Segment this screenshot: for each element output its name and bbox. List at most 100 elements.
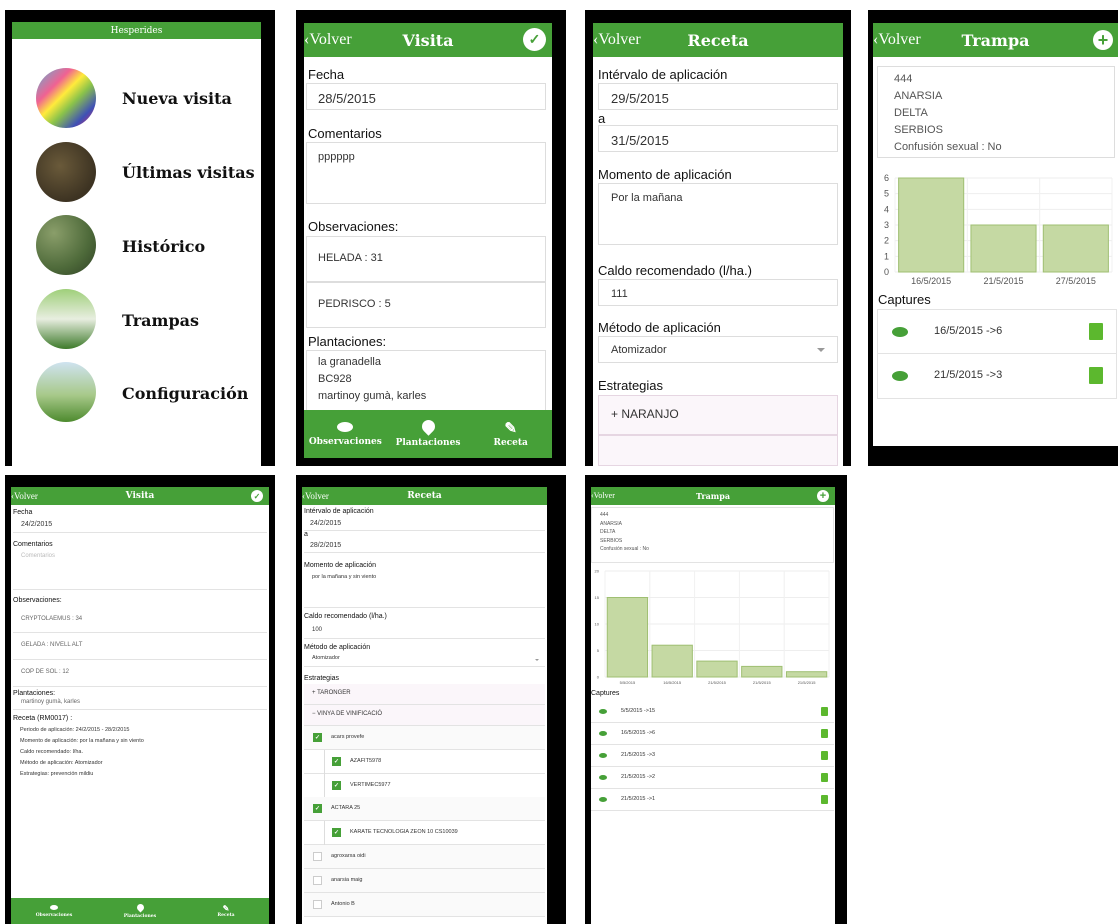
trash-icon[interactable] (821, 773, 828, 782)
trash-icon[interactable] (821, 795, 828, 804)
comentarios-field[interactable]: pppppp (306, 142, 546, 204)
back-button[interactable]: ‹Volver (302, 491, 329, 501)
trap-species: ANARSIA (600, 520, 622, 527)
back-button[interactable]: ‹Volver (593, 31, 641, 49)
estrategia-group[interactable]: − VINYA DE VINIFICACIÓ (304, 705, 545, 726)
comentarios-label: Comentarios (308, 126, 382, 141)
date-to-field[interactable]: 28/2/2015 (304, 539, 545, 553)
capture-row[interactable]: 16/5/2015 ->6 (591, 723, 834, 745)
estrategia-item[interactable]: anarsia maig (304, 868, 545, 893)
fecha-field[interactable]: 28/5/2015 (306, 83, 546, 110)
estrategia-item[interactable]: Antonio B (304, 892, 545, 917)
checkbox-checked[interactable]: ✓ (313, 804, 322, 814)
observacion-item[interactable]: CRYPTOLAEMUS : 34 (13, 607, 267, 633)
momento-field[interactable]: Por la mañana (598, 183, 838, 245)
observacion-item[interactable]: PEDRISCO : 5 (306, 282, 546, 328)
trash-icon[interactable] (821, 751, 828, 760)
estrategia-item-label: anarsia maig (331, 876, 363, 883)
nav-receta[interactable]: ✎ Receta (183, 898, 269, 924)
estrategia-item[interactable]: agroxarxa oidi (304, 845, 545, 869)
caldo-field[interactable]: 111 (598, 279, 838, 306)
nav-label: Observaciones (35, 912, 73, 918)
fecha-label: Fecha (308, 67, 345, 82)
estrategia-item[interactable]: ✓ KARATE TECNOLOGIA ZEON 10 CS10039 (304, 821, 545, 846)
trash-icon[interactable] (821, 729, 828, 738)
date-to-field[interactable]: 31/5/2015 (598, 125, 838, 152)
nav-receta[interactable]: ✎ Receta (469, 410, 552, 458)
estrategia-item-label: KARATE TECNOLOGIA ZEON 10 CS10039 (350, 829, 458, 836)
eye-icon (892, 371, 908, 381)
caldo-field[interactable]: 100 (304, 623, 545, 639)
plantacion-item[interactable]: martinoy gumà, karles (318, 388, 534, 405)
y-tick-label: 1 (884, 251, 889, 261)
checkbox-checked[interactable]: ✓ (313, 733, 322, 742)
caldo-label: Caldo recomendado (l/ha.) (304, 613, 387, 620)
capture-row[interactable]: 5/5/2015 ->15 (591, 701, 834, 723)
checkbox-checked[interactable]: ✓ (332, 780, 341, 790)
checkbox-unchecked[interactable] (313, 899, 322, 909)
app-header: ‹Volver Receta (593, 23, 843, 57)
capture-row[interactable]: 21/5/2015 ->3 (878, 354, 1116, 398)
metodo-select[interactable]: Atomizador (304, 653, 545, 667)
estrategia-group[interactable]: + NARANJO (598, 395, 838, 435)
trap-type: DELTA (600, 529, 616, 535)
trash-icon[interactable] (821, 707, 828, 716)
plantacion-item[interactable]: la granadella (318, 354, 534, 371)
trash-icon[interactable] (1089, 323, 1103, 340)
phone-receta: ‹Volver Receta Intérvalo de aplicación 2… (585, 10, 851, 466)
trap-owner: SERBIOS (894, 124, 943, 136)
estrategia-item-label: ACTARA 25 (331, 805, 361, 812)
capture-row[interactable]: 16/5/2015 ->6 (878, 310, 1116, 354)
estrategia-item[interactable]: ✓ acars provefe (304, 726, 545, 750)
estrategia-item[interactable]: ✓ VERTIMEC5977 (304, 773, 545, 798)
capture-row[interactable]: 21/5/2015 ->1 (591, 789, 834, 811)
observacion-item[interactable]: GELADA : NIVELL ALT (13, 633, 267, 660)
nav-observaciones[interactable]: Observaciones (304, 410, 387, 458)
estrategia-item[interactable]: ✓ AZAFIT5978 (304, 749, 545, 774)
back-button[interactable]: ‹Volver (11, 491, 38, 501)
eye-icon (599, 731, 607, 736)
plantacion-item[interactable]: martinoy gumà, karles (13, 698, 267, 710)
checkbox-unchecked[interactable] (313, 875, 322, 885)
phone-visita-2: ‹Volver Visita ✓ Fecha 24/2/2015 Comenta… (5, 475, 275, 924)
checkbox-unchecked[interactable] (313, 852, 322, 861)
checkbox-checked[interactable]: ✓ (332, 756, 341, 766)
date-from-field[interactable]: 29/5/2015 (598, 83, 838, 110)
check-icon[interactable]: ✓ (251, 490, 263, 502)
location-pin-icon (418, 417, 438, 436)
metodo-label: Método de aplicación (598, 320, 721, 335)
add-icon[interactable]: + (817, 490, 829, 502)
comentarios-field[interactable]: Comentarios (13, 550, 267, 590)
trash-icon[interactable] (1089, 367, 1103, 384)
fecha-field[interactable]: 24/2/2015 (13, 518, 267, 533)
back-button[interactable]: ‹Volver (591, 491, 615, 500)
phone-visita: ‹Volver Visita ✓ Fecha 28/5/2015 Comenta… (296, 10, 566, 466)
bar (898, 177, 965, 273)
back-button[interactable]: ‹Volver (304, 31, 352, 49)
nav-plantaciones[interactable]: Plantaciones (97, 898, 183, 924)
y-tick-label: 10 (595, 621, 600, 626)
capture-text: 21/5/2015 ->1 (621, 796, 656, 802)
plantacion-item[interactable]: BC928 (318, 371, 534, 388)
momento-field[interactable]: por la mañana y sin viento (304, 571, 545, 608)
estrategia-group[interactable]: + TARONGER (304, 684, 545, 705)
x-tick-label: 5/5/2015 (620, 680, 636, 685)
estrategia-item[interactable]: ✓ ACTARA 25 (304, 797, 545, 822)
receta-title: Receta (RM0017) : (13, 715, 73, 722)
capture-row[interactable]: 21/5/2015 ->3 (591, 745, 834, 767)
observacion-item[interactable]: HELADA : 31 (306, 236, 546, 282)
check-icon[interactable]: ✓ (523, 28, 546, 51)
metodo-select[interactable]: Atomizador (598, 336, 838, 363)
nav-observaciones[interactable]: Observaciones (11, 898, 97, 924)
add-icon[interactable]: + (1093, 30, 1113, 50)
capture-row[interactable]: 21/5/2015 ->2 (591, 767, 834, 789)
app-header: ‹Volver Visita ✓ (304, 23, 552, 57)
bar (741, 665, 783, 678)
plantaciones-list: la granadella BC928 martinoy gumà, karle… (306, 350, 546, 414)
back-button[interactable]: ‹Volver (873, 31, 921, 49)
nav-plantaciones[interactable]: Plantaciones (387, 410, 470, 458)
checkbox-checked[interactable]: ✓ (332, 828, 341, 838)
bar (1042, 224, 1109, 273)
observacion-item[interactable]: COP DE SOL : 12 (13, 660, 267, 687)
date-from-field[interactable]: 24/2/2015 (304, 517, 545, 531)
